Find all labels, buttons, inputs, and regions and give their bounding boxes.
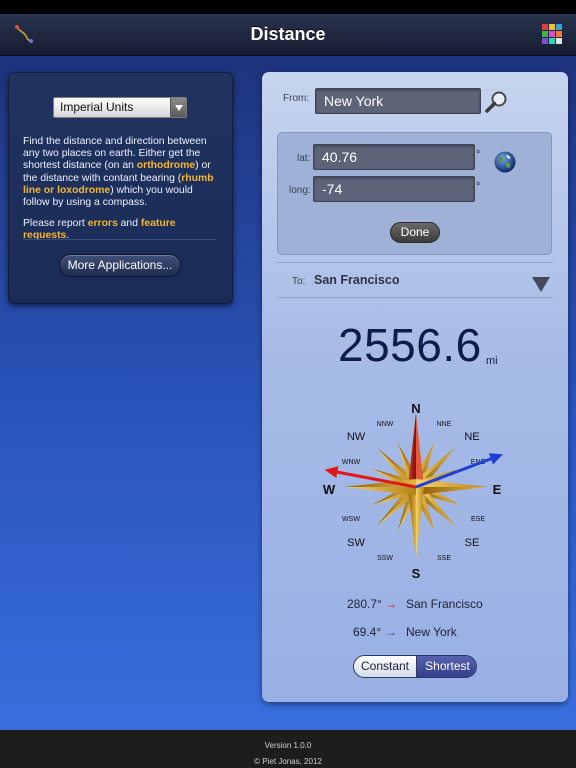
- compass-label-ne: NE: [464, 431, 479, 443]
- copyright-text: © Piet Jonas, 2012: [254, 757, 322, 766]
- degree-symbol: °: [476, 181, 481, 193]
- compass-rose: N S E W NE NW SE SW NNE NNW ENE WNW ESE …: [323, 401, 504, 581]
- compass-label-nnw: NNW: [377, 421, 394, 428]
- search-icon[interactable]: [484, 89, 510, 115]
- compass-label-n: N: [411, 401, 420, 416]
- origin-arrow-head: [488, 453, 504, 465]
- compass-ray: [344, 487, 416, 495]
- compass-ray: [408, 487, 416, 559]
- compass-label-wnw: WNW: [342, 459, 361, 466]
- globe-icon[interactable]: [493, 150, 517, 174]
- report-part: and: [117, 218, 141, 229]
- chevron-down-icon[interactable]: [170, 98, 186, 117]
- blue-arrow-icon: →: [385, 625, 397, 639]
- compass-label-se: SE: [465, 537, 480, 549]
- to-label: To:: [292, 276, 306, 287]
- compass-label-wsw: WSW: [342, 516, 360, 523]
- compass-label-w: W: [323, 482, 336, 497]
- destination-arrow-head: [324, 466, 339, 479]
- units-select-value: Imperial Units: [60, 100, 134, 114]
- bearing-degrees: 280.7°: [347, 597, 382, 611]
- shortest-distance-segment[interactable]: Shortest: [416, 656, 476, 677]
- from-label: From:: [283, 93, 310, 104]
- compass-label-sw: SW: [347, 537, 365, 549]
- distance-unit: mi: [486, 355, 498, 367]
- bearing-place: San Francisco: [406, 597, 483, 611]
- divider: [277, 262, 553, 263]
- errors-link[interactable]: errors: [88, 218, 118, 229]
- distance-panel: From: New York lat: 40.76 ° long: -74 ° …: [262, 72, 568, 702]
- color-grid-icon[interactable]: [541, 23, 563, 45]
- constant-bearing-segment[interactable]: Constant: [354, 656, 416, 677]
- description-text: Find the distance and direction between …: [23, 136, 221, 209]
- longitude-input[interactable]: -74: [313, 176, 475, 202]
- latitude-label: lat:: [297, 153, 311, 164]
- navigation-bar: Distance: [0, 14, 576, 56]
- compass-label-e: E: [493, 482, 502, 497]
- orthodrome-link[interactable]: orthodrome: [137, 160, 195, 171]
- coordinates-box: lat: 40.76 ° long: -74 ° Done: [277, 132, 552, 255]
- status-bar: [0, 0, 576, 14]
- compass-label-ese: ESE: [471, 516, 485, 523]
- compass-label-s: S: [412, 566, 421, 581]
- distance-value: 2556.6: [338, 319, 482, 371]
- bearing-place: New York: [406, 625, 457, 639]
- divider: [23, 239, 217, 240]
- compass-ray-north: [416, 413, 424, 487]
- compass-label-ssw: SSW: [377, 555, 393, 562]
- report-part: Please report: [23, 218, 88, 229]
- footer: Version 1.0.0 © Piet Jonas, 2012: [0, 730, 576, 768]
- bearing-degrees: 69.4°: [353, 625, 382, 639]
- info-panel: Imperial Units Find the distance and dir…: [8, 72, 233, 304]
- page-title: Distance: [250, 24, 326, 44]
- done-button[interactable]: Done: [390, 222, 440, 243]
- compass-label-nw: NW: [347, 431, 366, 443]
- compass-label-nne: NNE: [437, 421, 452, 428]
- more-applications-button[interactable]: More Applications...: [59, 254, 181, 277]
- longitude-label: long:: [289, 185, 311, 196]
- version-text: Version 1.0.0: [264, 741, 312, 750]
- from-input[interactable]: New York: [315, 88, 481, 114]
- compass-ray-north: [408, 413, 416, 487]
- to-destination-select[interactable]: San Francisco: [314, 273, 399, 287]
- compass-ray: [416, 487, 488, 495]
- units-select[interactable]: Imperial Units: [53, 97, 187, 118]
- red-arrow-icon: →: [385, 597, 397, 611]
- latitude-input[interactable]: 40.76: [313, 144, 475, 170]
- divider: [277, 297, 553, 298]
- degree-symbol: °: [476, 149, 481, 161]
- compass-label-sse: SSE: [437, 555, 451, 562]
- triangle-down-icon[interactable]: [532, 277, 550, 292]
- compass-ray: [416, 487, 424, 559]
- route-mode-segmented-control: Constant Shortest: [353, 655, 477, 678]
